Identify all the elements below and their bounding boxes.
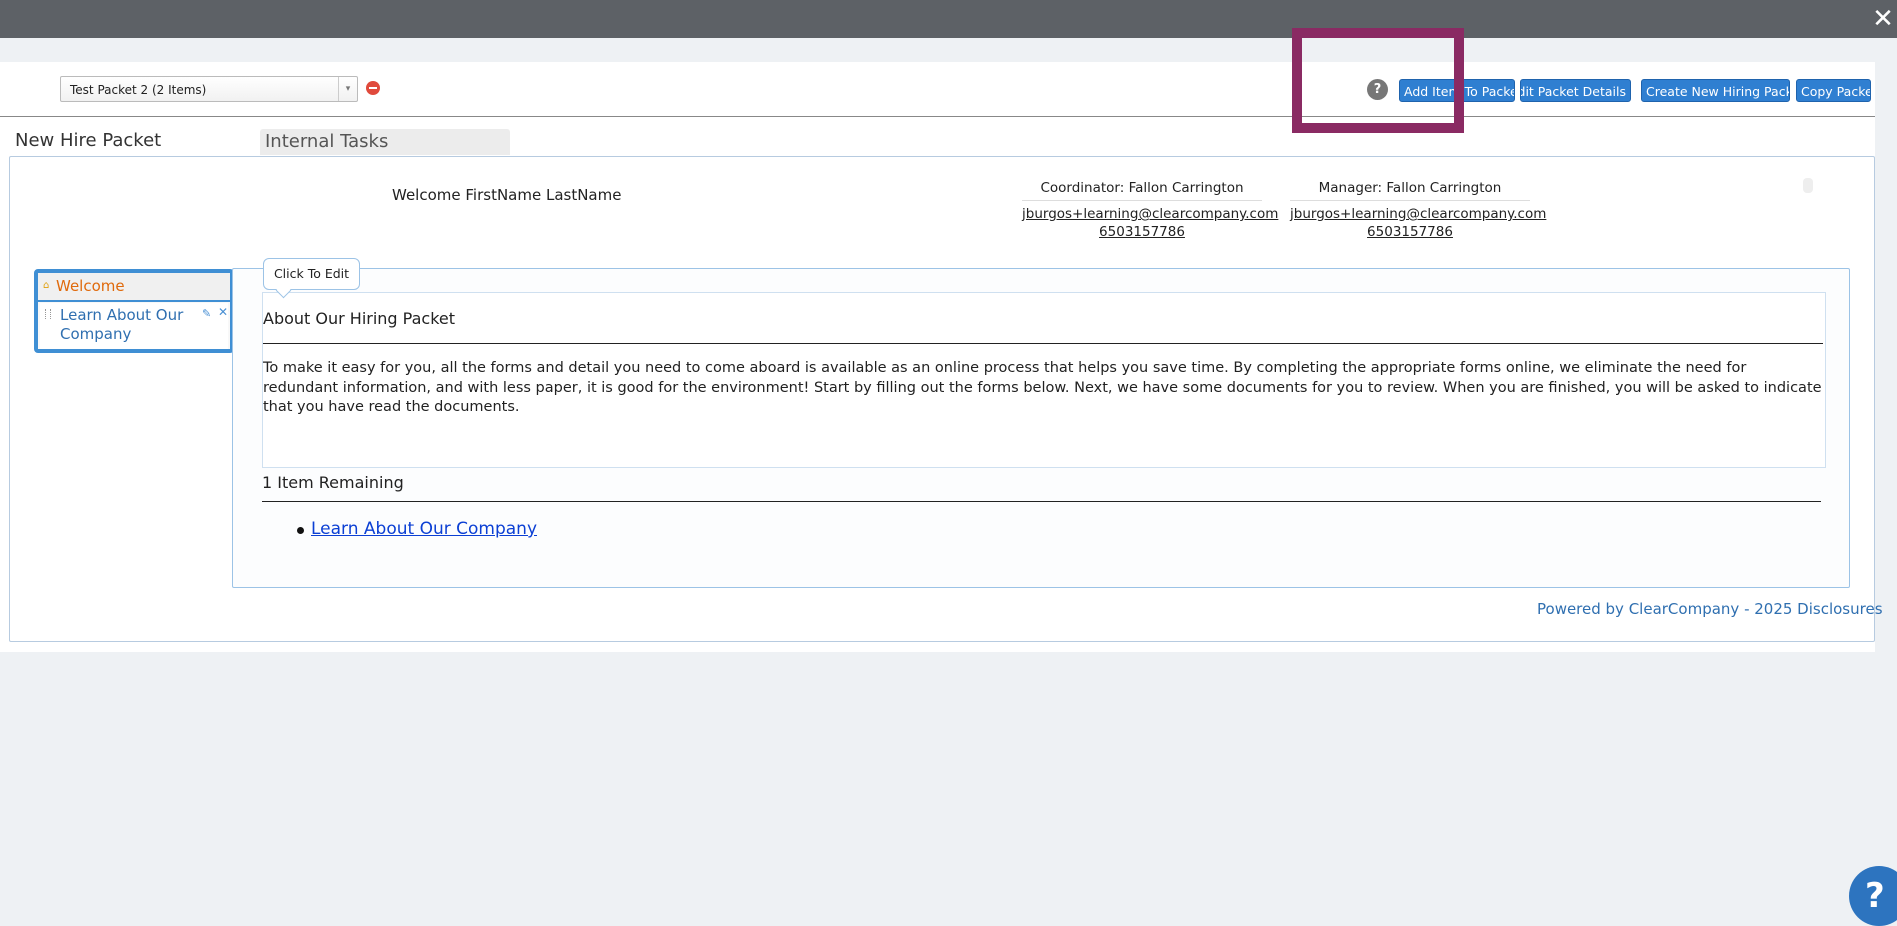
home-icon: ⌂ [43,280,50,291]
packet-item-nav: ⌂ Welcome Learn About Our Company ✎ ✕ [34,269,234,353]
copy-packet-button[interactable]: Copy Packet [1796,79,1871,102]
click-to-edit-tooltip: Click To Edit [263,258,360,290]
close-icon[interactable]: ✕ [1869,0,1897,38]
help-fab-icon[interactable]: ? [1849,866,1897,926]
powered-by-footer-link[interactable]: Powered by ClearCompany - 2025 Disclosur… [1537,600,1883,618]
manager-name: Manager: Fallon Carrington [1290,180,1530,201]
remaining-item-label: Learn About Our Company [311,519,538,539]
edit-icon[interactable]: ✎ [202,307,211,320]
chevron-down-icon[interactable]: ▾ [338,77,357,101]
nav-item-learn-about-our-company[interactable]: Learn About Our Company ✎ ✕ [40,303,228,349]
remove-packet-icon[interactable] [366,81,380,95]
tab-new-hire-packet[interactable]: New Hire Packet [15,130,161,151]
tab-internal-tasks-label: Internal Tasks [265,131,389,152]
manager-contact: Manager: Fallon Carrington jburgos+learn… [1290,180,1546,241]
delete-icon[interactable]: ✕ [218,305,228,319]
coordinator-name: Coordinator: Fallon Carrington [1022,180,1262,201]
packet-select[interactable]: Test Packet 2 (2 Items) ▾ [60,76,358,102]
edit-packet-details-button[interactable]: Edit Packet Details [1520,79,1631,102]
remaining-item-link[interactable]: Learn About Our Company [296,519,538,539]
nav-item-welcome-label: Welcome [56,277,125,295]
block-divider [263,343,1823,344]
scroll-handle[interactable] [1803,178,1813,193]
drag-handle-icon[interactable] [45,309,51,319]
block-heading: About Our Hiring Packet [263,309,456,328]
manager-email[interactable]: jburgos+learning@clearcompany.com [1290,205,1546,223]
items-remaining-heading: 1 Item Remaining [262,473,404,492]
create-new-hiring-packet-button[interactable]: Create New Hiring Packet [1641,79,1790,102]
manager-phone[interactable]: 6503157786 [1290,223,1530,241]
nav-item-welcome[interactable]: ⌂ Welcome [38,273,230,302]
annotation-highlight-box [1292,28,1464,133]
tab-internal-tasks[interactable]: Internal Tasks [260,129,510,155]
nav-item-label: Learn About Our Company [60,306,184,343]
coordinator-contact: Coordinator: Fallon Carrington jburgos+l… [1022,180,1278,241]
edit-packet-details-label: Edit Packet Details [1520,84,1626,99]
welcome-heading: Welcome FirstName LastName [392,186,622,204]
coordinator-email[interactable]: jburgos+learning@clearcompany.com [1022,205,1278,223]
block-body-text: To make it easy for you, all the forms a… [263,360,1822,415]
top-bar: ✕ [0,0,1897,38]
packet-select-value: Test Packet 2 (2 Items) [70,83,207,97]
items-remaining-divider [262,501,1821,502]
packet-toolbar: Test Packet 2 (2 Items) ▾ ? Add Item To … [0,62,1875,117]
coordinator-phone[interactable]: 6503157786 [1022,223,1262,241]
